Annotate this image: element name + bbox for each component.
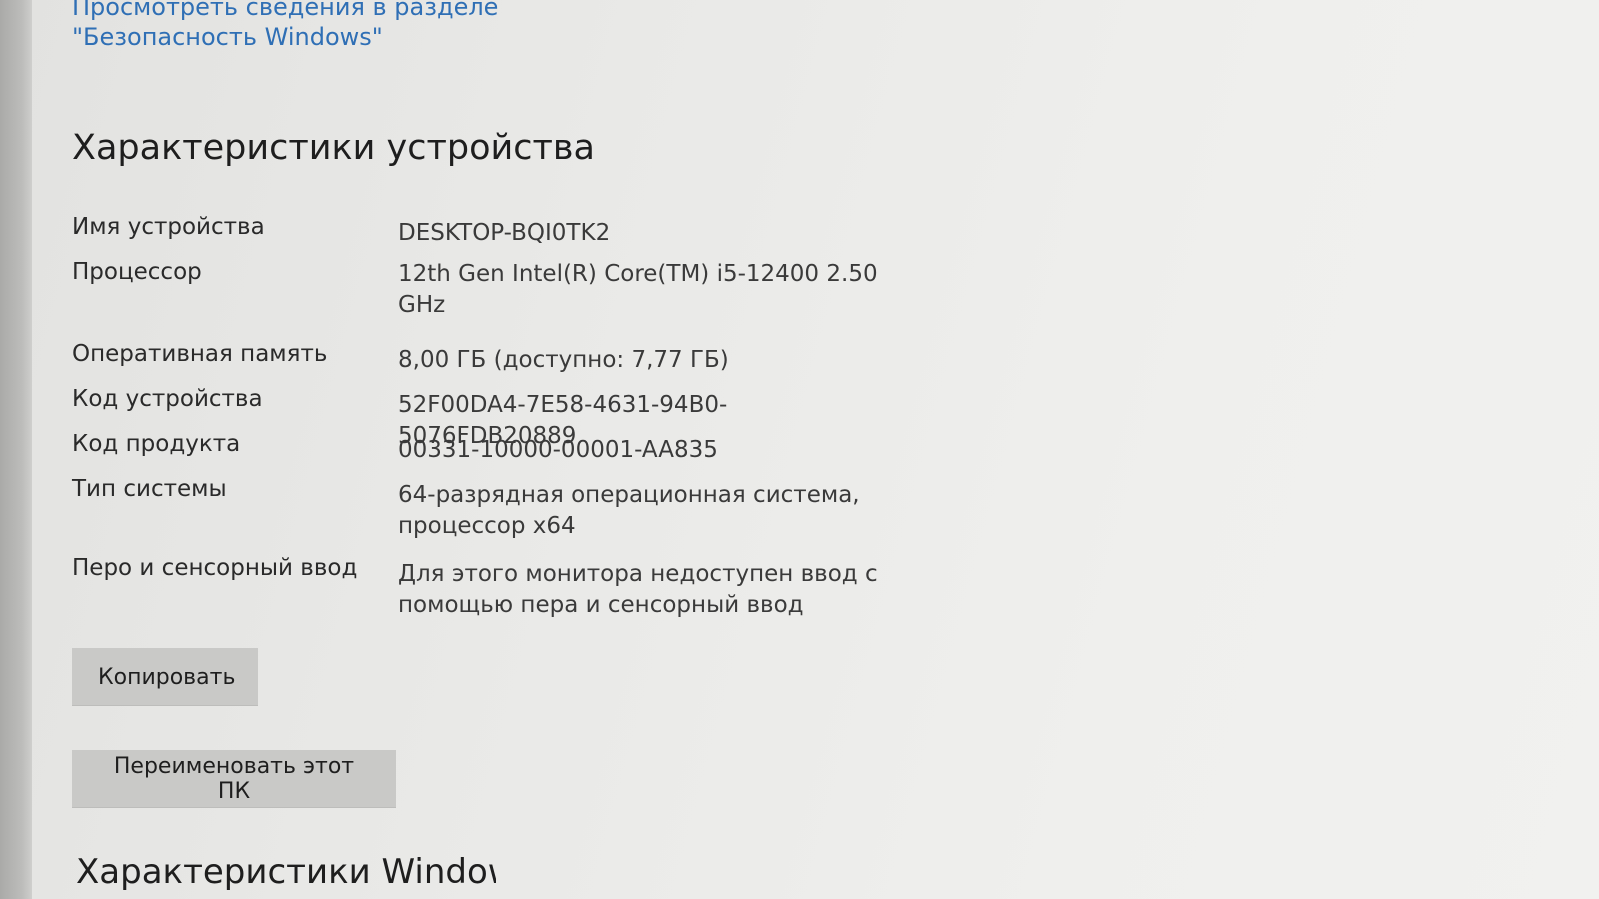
- spec-value: DESKTOP-BQI0TK2: [398, 220, 611, 246]
- spec-value: 12th Gen Intel(R) Core(TM) i5-12400 2.50…: [398, 261, 878, 318]
- spec-row-ram: Оперативная память 8,00 ГБ (доступно: 7,…: [72, 339, 952, 384]
- spec-label: Код продукта: [72, 431, 241, 457]
- spec-row-system-type: Тип системы 64-разрядная операционная си…: [72, 474, 952, 553]
- spec-row-device-name: Имя устройства DESKTOP-BQI0TK2: [72, 212, 952, 257]
- spec-label: Перо и сенсорный ввод: [72, 555, 358, 581]
- side-panel-edge: [0, 0, 32, 899]
- copy-button[interactable]: Копировать: [72, 648, 258, 706]
- spec-row-product-id: Код продукта 00331-10000-00001-AA835: [72, 429, 952, 474]
- spec-row-pen-touch: Перо и сенсорный ввод Для этого монитора…: [72, 553, 952, 633]
- about-page-content: Просмотреть сведения в разделе "Безопасн…: [72, 0, 1599, 899]
- windows-specs-title: Характеристики Windows: [76, 852, 496, 892]
- spec-value: 00331-10000-00001-AA835: [398, 437, 718, 463]
- spec-label: Имя устройства: [72, 214, 265, 240]
- spec-label: Тип системы: [72, 476, 227, 502]
- spec-value: Для этого монитора недоступен ввод с пом…: [398, 561, 878, 618]
- device-specs-list: Имя устройства DESKTOP-BQI0TK2 Процессор…: [72, 212, 952, 633]
- rename-pc-button[interactable]: Переименовать этот ПК: [72, 750, 396, 808]
- spec-value: 64-разрядная операционная система, проце…: [398, 482, 860, 539]
- device-specs-title: Характеристики устройства: [72, 128, 595, 168]
- spec-label: Процессор: [72, 259, 202, 285]
- spec-row-device-id: Код устройства 52F00DA4-7E58-4631-94B0-5…: [72, 384, 952, 449]
- spec-label: Код устройства: [72, 386, 263, 412]
- spec-row-processor: Процессор 12th Gen Intel(R) Core(TM) i5-…: [72, 257, 952, 339]
- spec-value: 8,00 ГБ (доступно: 7,77 ГБ): [398, 347, 729, 373]
- spec-label: Оперативная память: [72, 341, 328, 367]
- windows-security-link[interactable]: Просмотреть сведения в разделе "Безопасн…: [72, 0, 672, 52]
